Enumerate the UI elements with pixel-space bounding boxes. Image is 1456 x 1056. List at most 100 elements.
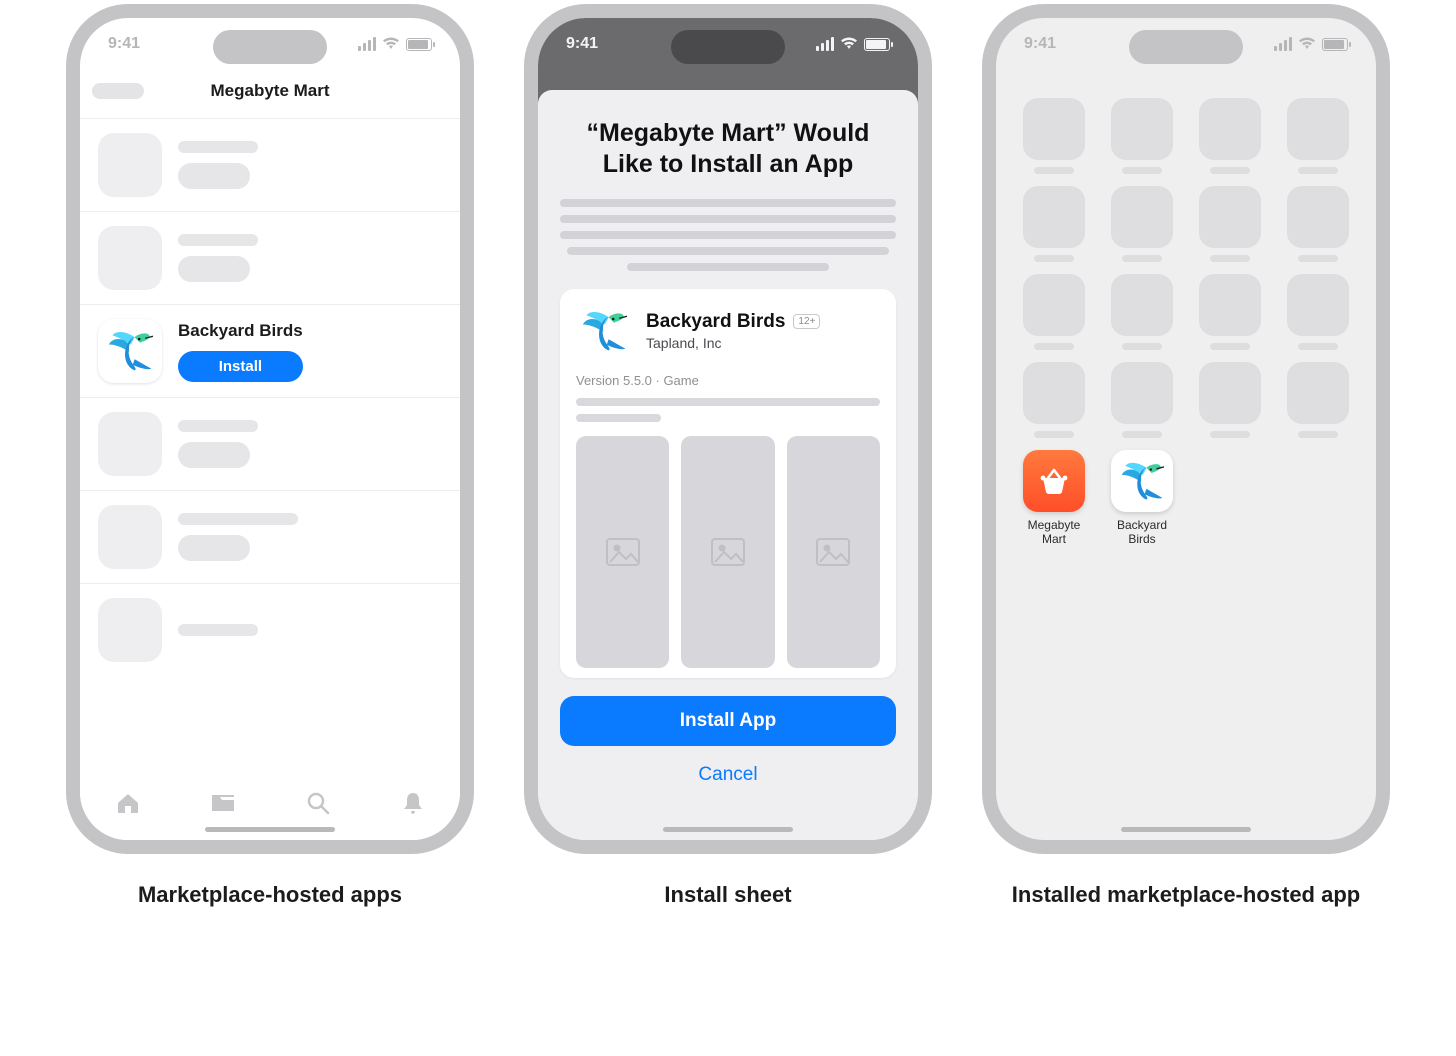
app-icon-placeholder [98, 598, 162, 662]
description-placeholder [560, 199, 896, 271]
dynamic-island [213, 30, 327, 64]
home-app-placeholder[interactable] [1190, 274, 1270, 350]
tab-folder[interactable] [209, 789, 237, 822]
age-rating-badge: 12+ [793, 314, 820, 329]
home-grid: Megabyte Mart Backyard Birds [1014, 98, 1358, 547]
backyard-birds-icon [1111, 450, 1173, 512]
home-app-placeholder[interactable] [1190, 98, 1270, 174]
tab-search[interactable] [304, 789, 332, 822]
list-item-texts [178, 624, 258, 636]
home-app-placeholder[interactable] [1278, 186, 1358, 262]
backyard-birds-icon [98, 319, 162, 383]
wifi-icon [382, 36, 400, 52]
app-icon-placeholder [98, 412, 162, 476]
button-placeholder [178, 256, 250, 282]
battery-icon [864, 38, 890, 51]
list-item-texts [178, 513, 298, 561]
home-app-label: Megabyte Mart [1014, 518, 1094, 547]
app-card-description-placeholder [576, 398, 880, 422]
home-indicator[interactable] [205, 827, 335, 832]
phone-column-c: 9:41 [976, 4, 1396, 908]
text-placeholder [178, 234, 258, 246]
megabyte-mart-icon [1023, 450, 1085, 512]
text-placeholder [178, 624, 258, 636]
app-list[interactable]: Backyard Birds Install [80, 112, 460, 682]
screenshot-placeholder [576, 436, 669, 668]
phone-frame-c: 9:41 [982, 4, 1390, 854]
button-placeholder [178, 442, 250, 468]
home-app-placeholder[interactable] [1102, 98, 1182, 174]
app-icon-placeholder [98, 133, 162, 197]
list-item[interactable] [80, 491, 460, 584]
screenshot-row[interactable] [576, 436, 880, 668]
home-app-placeholder[interactable] [1102, 186, 1182, 262]
button-placeholder [178, 163, 250, 189]
app-card: Backyard Birds 12+ Tapland, Inc Version … [560, 289, 896, 678]
home-app-megabyte-mart[interactable]: Megabyte Mart [1014, 450, 1094, 547]
wifi-icon [840, 36, 858, 52]
install-button[interactable]: Install [178, 351, 303, 382]
button-placeholder [178, 535, 250, 561]
install-sheet: “Megabyte Mart” Would Like to Install an… [538, 90, 918, 840]
phone-frame-b: 9:41 “Megabyte Mart” Would Like to Insta… [524, 4, 932, 854]
home-app-backyard-birds[interactable]: Backyard Birds [1102, 450, 1182, 547]
status-icons [816, 36, 890, 52]
home-screen[interactable]: Megabyte Mart Backyard Birds [996, 74, 1376, 796]
list-item-backyard-birds[interactable]: Backyard Birds Install [80, 305, 460, 398]
cellular-icon [1274, 37, 1292, 51]
sheet-title: “Megabyte Mart” Would Like to Install an… [560, 118, 896, 181]
battery-icon [406, 38, 432, 51]
app-icon-placeholder [98, 505, 162, 569]
home-app-label: Backyard Birds [1102, 518, 1182, 547]
app-icon-placeholder [98, 226, 162, 290]
marketplace-screen: Megabyte Mart [80, 70, 460, 840]
nav-bar: Megabyte Mart [80, 70, 460, 112]
screenshot-placeholder [787, 436, 880, 668]
caption-a: Marketplace-hosted apps [138, 882, 402, 908]
home-app-placeholder[interactable] [1278, 274, 1358, 350]
home-app-placeholder[interactable] [1190, 186, 1270, 262]
cancel-button[interactable]: Cancel [560, 756, 896, 794]
tab-notifications[interactable] [399, 789, 427, 822]
app-name-label: Backyard Birds [178, 321, 303, 341]
home-app-placeholder[interactable] [1014, 98, 1094, 174]
list-item-texts [178, 141, 258, 189]
list-item-texts [178, 420, 258, 468]
app-card-header: Backyard Birds 12+ Tapland, Inc [576, 303, 880, 359]
nav-back-placeholder[interactable] [92, 83, 144, 99]
home-app-placeholder[interactable] [1102, 362, 1182, 438]
home-app-placeholder[interactable] [1278, 98, 1358, 174]
status-icons [358, 36, 432, 52]
install-app-button[interactable]: Install App [560, 696, 896, 746]
list-item[interactable] [80, 118, 460, 212]
home-app-placeholder[interactable] [1190, 362, 1270, 438]
tab-home[interactable] [114, 789, 142, 822]
screenshot-placeholder [681, 436, 774, 668]
list-item[interactable] [80, 398, 460, 491]
text-placeholder [178, 513, 298, 525]
list-item[interactable] [80, 212, 460, 305]
status-time: 9:41 [1024, 35, 1056, 53]
backyard-birds-icon [576, 303, 632, 359]
developer-label: Tapland, Inc [646, 335, 820, 351]
status-time: 9:41 [566, 35, 598, 53]
home-app-placeholder[interactable] [1014, 362, 1094, 438]
dynamic-island [671, 30, 785, 64]
dynamic-island [1129, 30, 1243, 64]
cellular-icon [816, 37, 834, 51]
list-item-texts [178, 234, 258, 282]
home-app-placeholder[interactable] [1014, 274, 1094, 350]
home-app-placeholder[interactable] [1278, 362, 1358, 438]
list-item[interactable] [80, 584, 460, 676]
home-indicator[interactable] [1121, 827, 1251, 832]
phone-frame-a: 9:41 Megabyte Mart [66, 4, 474, 854]
home-indicator[interactable] [663, 827, 793, 832]
phones-row: 9:41 Megabyte Mart [60, 4, 1396, 908]
phone-column-b: 9:41 “Megabyte Mart” Would Like to Insta… [518, 4, 938, 908]
list-item-texts: Backyard Birds Install [178, 321, 303, 382]
home-app-placeholder[interactable] [1014, 186, 1094, 262]
home-app-placeholder[interactable] [1102, 274, 1182, 350]
status-icons [1274, 36, 1348, 52]
cellular-icon [358, 37, 376, 51]
caption-c: Installed marketplace-hosted app [1012, 882, 1360, 908]
